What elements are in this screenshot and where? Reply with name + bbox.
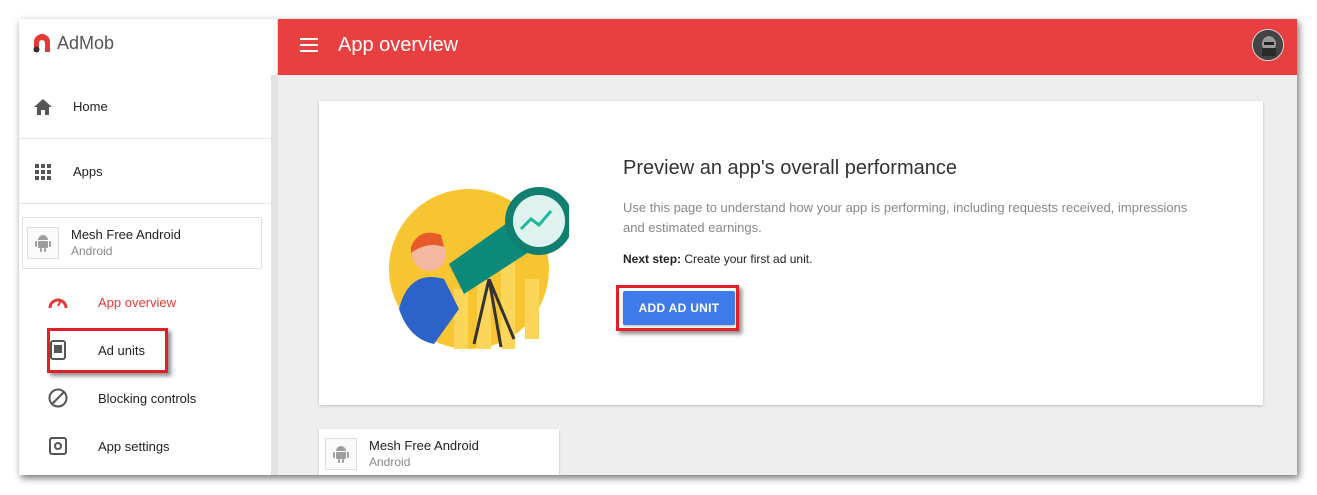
menu-icon[interactable] — [300, 38, 318, 52]
sidebar-item-blocking-controls[interactable]: Blocking controls — [47, 381, 267, 415]
overview-headline: Preview an app's overall performance — [623, 157, 957, 179]
sidebar-item-label: Apps — [73, 164, 103, 179]
overview-description: Use this page to understand how your app… — [623, 200, 1188, 235]
android-icon — [27, 227, 59, 259]
sidebar-scrollbar[interactable] — [271, 75, 278, 475]
sidebar-item-home[interactable]: Home — [19, 75, 271, 139]
settings-icon — [47, 435, 69, 457]
brand-name: AdMob — [57, 32, 115, 53]
next-step-label: Next step: — [623, 252, 682, 266]
next-step-detail: Create your first ad unit. — [681, 252, 813, 266]
avatar[interactable] — [1252, 29, 1284, 61]
selected-app-card[interactable]: Mesh Free Android Android — [22, 217, 262, 269]
add-ad-unit-highlight — [616, 285, 739, 331]
sidebar-item-app-settings[interactable]: App settings — [47, 429, 267, 463]
app-card[interactable]: Mesh Free Android Android — [319, 429, 559, 475]
block-icon — [47, 387, 69, 409]
sidebar-item-apps[interactable]: Apps — [19, 140, 271, 204]
sidebar-item-label: Blocking controls — [98, 390, 197, 406]
sidebar-item-app-overview[interactable]: App overview — [47, 285, 267, 319]
admob-logo-icon — [31, 32, 53, 54]
android-icon — [325, 438, 357, 470]
app-platform: Android — [369, 455, 411, 469]
home-icon — [32, 96, 54, 118]
app-name: Mesh Free Android — [71, 227, 181, 242]
sidebar-item-label: App overview — [98, 294, 177, 310]
ad-units-highlight — [47, 328, 168, 373]
admob-logo[interactable]: AdMob — [31, 31, 114, 55]
gauge-icon — [47, 291, 69, 313]
sidebar: AdMob Home Apps Mesh Free Android Androi… — [19, 19, 278, 475]
overview-content: Preview an app's overall performance Use… — [623, 157, 1203, 266]
overview-card: Preview an app's overall performance Use… — [319, 101, 1263, 405]
sidebar-item-label: App settings — [98, 438, 170, 454]
sidebar-item-label: Home — [73, 99, 108, 114]
app-name: Mesh Free Android — [369, 438, 479, 453]
app-window: AdMob Home Apps Mesh Free Android Androi… — [19, 19, 1297, 475]
next-step-text: Next step: Create your first ad unit. — [623, 252, 1203, 266]
page-title: App overview — [338, 34, 459, 56]
app-platform: Android — [71, 244, 113, 258]
apps-grid-icon — [32, 161, 54, 183]
top-app-bar: App overview — [278, 19, 1297, 75]
telescope-illustration-icon — [389, 169, 573, 349]
